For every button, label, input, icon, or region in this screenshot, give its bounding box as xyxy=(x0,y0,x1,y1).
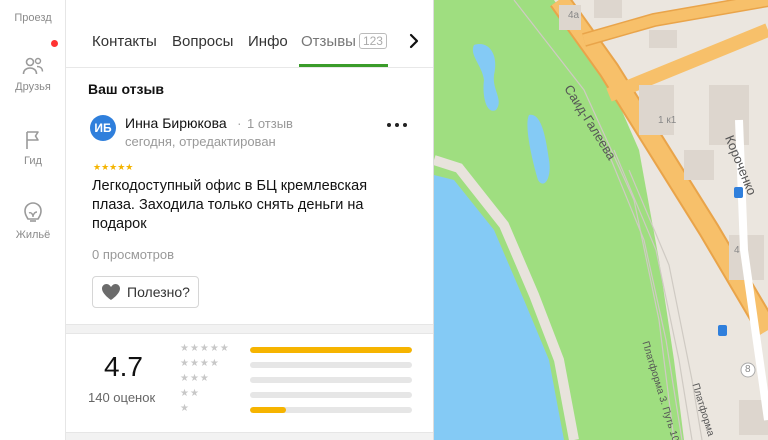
rating-row-stars: ★ xyxy=(180,403,190,414)
sidebar-item-label: Жильё xyxy=(15,229,51,241)
rating-row-stars: ★★★★ xyxy=(180,358,220,369)
tab-contacts[interactable]: Контакты xyxy=(92,33,157,50)
rating-distribution-row: ★★ xyxy=(180,388,420,402)
separator-dot: · xyxy=(237,115,242,131)
views-count: 0 просмотров xyxy=(92,247,175,262)
reviews-count-badge: 123 xyxy=(358,33,387,49)
tab-info[interactable]: Инфо xyxy=(248,33,288,50)
tab-questions[interactable]: Вопросы xyxy=(172,33,233,50)
sidebar-item-label: Гид xyxy=(24,155,42,167)
tab-reviews[interactable]: Отзывы 123 xyxy=(301,33,387,50)
more-options-button[interactable] xyxy=(386,118,408,132)
house-number: 4а xyxy=(568,10,580,21)
rating-bar xyxy=(250,362,412,368)
tab-reviews-label: Отзывы xyxy=(301,33,356,50)
chevron-right-icon[interactable] xyxy=(404,31,424,51)
sidebar-item-label: Друзья xyxy=(15,81,51,93)
rating-bar-fill xyxy=(250,347,412,353)
house-number: 4 xyxy=(734,245,740,256)
flag-icon xyxy=(26,131,39,149)
friends-icon xyxy=(22,57,44,75)
rating-bar xyxy=(250,347,412,353)
rating-bar xyxy=(250,392,412,398)
house-number: 8 xyxy=(745,364,751,375)
rating-value: 4.7 xyxy=(104,351,143,382)
avatar[interactable]: ИБ xyxy=(90,115,116,141)
tab-bar: Контакты Вопросы Инфо Отзывы 123 xyxy=(66,0,433,68)
rating-distribution-row: ★★★★★ xyxy=(180,343,420,357)
rating-row-stars: ★★★★★ xyxy=(180,343,230,354)
rating-distribution-row: ★★★★ xyxy=(180,358,420,372)
useful-button-label: Полезно? xyxy=(127,284,190,300)
house-number: 1 к1 xyxy=(658,115,677,126)
rating-count: 140 оценок xyxy=(88,390,156,405)
notification-dot xyxy=(51,40,58,47)
rating-bar xyxy=(250,377,412,383)
housing-icon xyxy=(24,202,42,222)
rating-distribution-row: ★★★ xyxy=(180,373,420,387)
section-divider xyxy=(66,324,433,334)
map[interactable]: Саид-Галеева Короченко Платформа 3. Путь… xyxy=(434,0,768,440)
sidebar-item-guide[interactable]: Гид xyxy=(0,128,66,167)
section-title: Ваш отзыв xyxy=(88,81,165,97)
heart-icon xyxy=(102,284,120,300)
useful-button[interactable]: Полезно? xyxy=(92,276,199,308)
review-date: сегодня, отредактирован xyxy=(125,134,276,149)
org-panel: Контакты Вопросы Инфо Отзывы 123 Ваш отзы… xyxy=(66,0,434,440)
rating-distribution-row: ★ xyxy=(180,403,420,417)
sidebar-item-label: Проезд xyxy=(14,12,52,24)
section-divider xyxy=(66,432,433,440)
active-tab-indicator xyxy=(299,64,388,67)
review-text: Легкодоступный офис в БЦ кремлевская пла… xyxy=(92,178,368,232)
sidebar-item-friends[interactable]: Друзья xyxy=(0,54,66,93)
rating-row-stars: ★★★ xyxy=(180,373,210,384)
rating-bar-fill xyxy=(250,407,286,413)
sidebar-item-housing[interactable]: Жильё xyxy=(0,200,66,241)
review-author[interactable]: Инна Бирюкова xyxy=(125,115,227,131)
sidebar: Проезд Друзья Гид Жильё xyxy=(0,0,66,440)
rating-row-stars: ★★ xyxy=(180,388,200,399)
map-canvas[interactable] xyxy=(434,0,768,440)
rating-bar xyxy=(250,407,412,413)
review-stars: ★★★★★ xyxy=(93,162,134,172)
author-review-count: 1 отзыв xyxy=(247,116,293,131)
sidebar-item-route[interactable]: Проезд xyxy=(0,9,66,24)
